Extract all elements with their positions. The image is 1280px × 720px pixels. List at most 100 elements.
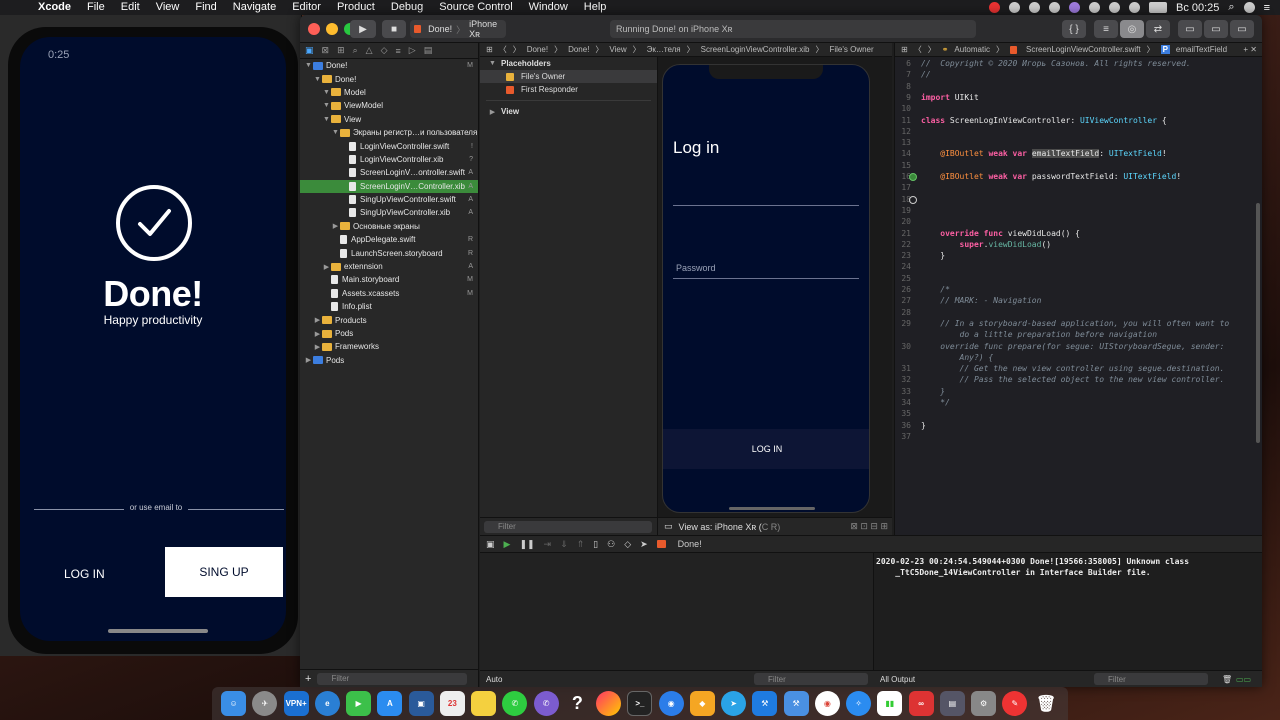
finder-icon[interactable]: ☺ — [221, 691, 247, 716]
terminal-icon[interactable]: >_ — [627, 691, 653, 716]
code-line[interactable]: 25 — [895, 274, 1262, 285]
outlet-connected-icon[interactable] — [909, 173, 917, 181]
output-mode-select[interactable]: All Output — [880, 675, 915, 684]
symbol-icon[interactable]: ⊞ — [337, 45, 345, 56]
debug-icon[interactable]: ≡ — [396, 46, 401, 56]
code-line[interactable]: 13 — [895, 138, 1262, 149]
navigator-row[interactable]: ▼ Done! — [300, 72, 478, 85]
jump-item[interactable]: Done! — [527, 45, 548, 54]
source-control-icon[interactable]: ⊠ — [322, 45, 330, 56]
jump-item[interactable]: View — [609, 45, 626, 54]
hide-debug-icon[interactable]: ▣ — [486, 539, 495, 550]
assistant-code-editor[interactable]: ⊞ 〈 〉 ⚭ Automatic 〉 ScreenLoginViewContro… — [894, 43, 1262, 535]
sim-signup-button[interactable]: SING UP — [165, 547, 283, 597]
code-line[interactable]: 14 @IBOutlet weak var emailTextField: UI… — [895, 149, 1262, 160]
report-icon[interactable]: ▤ — [424, 45, 433, 56]
disclosure-icon[interactable]: ▼ — [322, 116, 331, 123]
toggle-inspector-button[interactable]: ▭ — [1230, 20, 1254, 38]
disclosure-icon[interactable]: ▶ — [313, 330, 322, 338]
ib-canvas[interactable]: Log in Password LOG IN ▭ View as: iPhone… — [658, 57, 892, 535]
code-line[interactable]: 31 // Get the new view controller using … — [895, 364, 1262, 375]
simulator-screen[interactable]: 0:25 Done! Happy productivity or use ema… — [20, 37, 286, 641]
disclosure-icon[interactable]: ▶ — [304, 356, 313, 364]
navigator-row[interactable]: ScreenLoginV…Controller.xib A — [300, 179, 478, 193]
forward-icon[interactable]: 〉 — [513, 44, 521, 55]
close-window-icon[interactable] — [308, 23, 320, 35]
menu-window[interactable]: Window — [521, 0, 576, 15]
layout-tools-icon[interactable]: ⊠ ⊡ ⊟ ⊞ — [850, 521, 892, 532]
navigator-row[interactable]: AppDelegate.swift R — [300, 233, 478, 246]
help-icon[interactable]: ? — [565, 691, 590, 716]
console-filter-input[interactable]: Filter — [1094, 673, 1208, 685]
code-line[interactable]: 28 — [895, 308, 1262, 319]
menu-navigate[interactable]: Navigate — [225, 0, 284, 15]
ib-email-field[interactable] — [673, 205, 859, 206]
system-preferences-icon[interactable]: ⚙ — [971, 691, 997, 716]
debug-target[interactable]: Done! — [678, 539, 702, 549]
back-icon[interactable]: 〈 — [914, 44, 922, 55]
code-line[interactable]: 27 // MARK: - Navigation — [895, 296, 1262, 307]
jump-item[interactable]: Done! — [568, 45, 589, 54]
ib-password-field[interactable] — [673, 278, 859, 279]
code-line[interactable]: 9 import UIKit — [895, 93, 1262, 104]
chrome-icon[interactable]: ◉ — [814, 691, 840, 716]
viber-icon[interactable]: ✆ — [533, 691, 559, 716]
navigator-row[interactable]: ScreenLoginV…ontroller.swift A — [300, 166, 478, 179]
outline-first-responder[interactable]: First Responder — [480, 83, 657, 96]
memory-graph-icon[interactable]: ⚇ — [607, 539, 615, 550]
split-console-icon[interactable]: ▭▭ — [1236, 675, 1251, 684]
toggle-navigator-button[interactable]: ▭ — [1178, 20, 1202, 38]
trash-icon[interactable]: 🗑 — [1034, 691, 1059, 716]
navigator-row[interactable]: ▶ Products — [300, 313, 478, 326]
navigator-row[interactable]: ▶ extennsion A — [300, 260, 478, 273]
add-file-icon[interactable]: + — [305, 673, 311, 685]
navigator-row[interactable]: ▶ Frameworks — [300, 340, 478, 353]
stop-button[interactable]: ■ — [382, 20, 406, 38]
editor-standard-button[interactable]: ≡ — [1094, 20, 1118, 38]
disclosure-icon[interactable]: ▶ — [331, 222, 340, 230]
navigator-filter-input[interactable]: Filter — [317, 672, 468, 685]
vars-mode-select[interactable]: Auto — [486, 675, 502, 684]
color-app-icon[interactable] — [596, 691, 622, 716]
code-line[interactable]: 17 — [895, 183, 1262, 194]
navigator-row[interactable]: ▼ View — [300, 113, 478, 126]
outline-filter-input[interactable]: Filter — [484, 520, 652, 533]
add-editor-icon[interactable]: + ✕ — [1243, 45, 1262, 54]
disclosure-icon[interactable]: ▼ — [313, 76, 322, 83]
code-scrollbar[interactable] — [1256, 203, 1260, 443]
outline-placeholders[interactable]: ▼ Placeholders — [480, 57, 657, 70]
disclosure-icon[interactable]: ▼ — [304, 62, 313, 69]
numbers-icon[interactable]: ▮▮ — [877, 691, 903, 716]
outline-files-owner[interactable]: File's Owner — [480, 70, 657, 83]
navigator-row[interactable]: ▼ ViewModel — [300, 99, 478, 112]
spotlight-icon[interactable]: ⌕ — [1228, 1, 1234, 14]
ib-device-preview[interactable]: Log in Password LOG IN — [662, 64, 870, 513]
app-store-icon[interactable]: A — [377, 691, 403, 716]
code-line[interactable]: 37 — [895, 432, 1262, 443]
ib-login-button[interactable]: LOG IN — [663, 429, 869, 469]
view-debugger-icon[interactable]: ▯ — [593, 539, 598, 550]
navigator-row[interactable]: LoginViewController.xib? — [300, 153, 478, 166]
breakpoints-toggle-icon[interactable]: ▶ — [504, 539, 511, 550]
status-icon[interactable] — [1008, 2, 1020, 13]
vars-filter-input[interactable]: Filter — [754, 673, 868, 685]
ib-password-placeholder[interactable]: Password — [676, 263, 716, 273]
outlet-disconnected-icon[interactable] — [909, 196, 917, 204]
disclosure-icon[interactable]: ▼ — [322, 102, 331, 109]
scheme-selector[interactable]: Done! 〉 iPhone Xʀ — [410, 19, 506, 39]
project-navigator-icon[interactable]: ▣ — [305, 45, 314, 56]
toggle-debug-button[interactable]: ▭ — [1204, 20, 1228, 38]
step-over-icon[interactable]: ⇥ — [544, 539, 552, 550]
menu-help[interactable]: Help — [576, 0, 615, 15]
simulator-icon[interactable]: ▤ — [939, 691, 965, 716]
code-line[interactable]: 21 override func viewDidLoad() { — [895, 229, 1262, 240]
status-icon[interactable] — [1048, 2, 1060, 13]
code-line[interactable]: 26 /* — [895, 285, 1262, 296]
clock[interactable]: Вс 00:25 — [1176, 2, 1219, 14]
navigator-row[interactable]: ▶ Pods — [300, 354, 478, 367]
sim-login-button[interactable]: LOG IN — [64, 567, 105, 581]
disclosure-icon[interactable]: ▼ — [331, 129, 340, 136]
code-line[interactable]: 34 */ — [895, 398, 1262, 409]
forward-icon[interactable]: 〉 — [928, 44, 936, 55]
navigator-row[interactable]: ▶ Основные экраны — [300, 220, 478, 233]
